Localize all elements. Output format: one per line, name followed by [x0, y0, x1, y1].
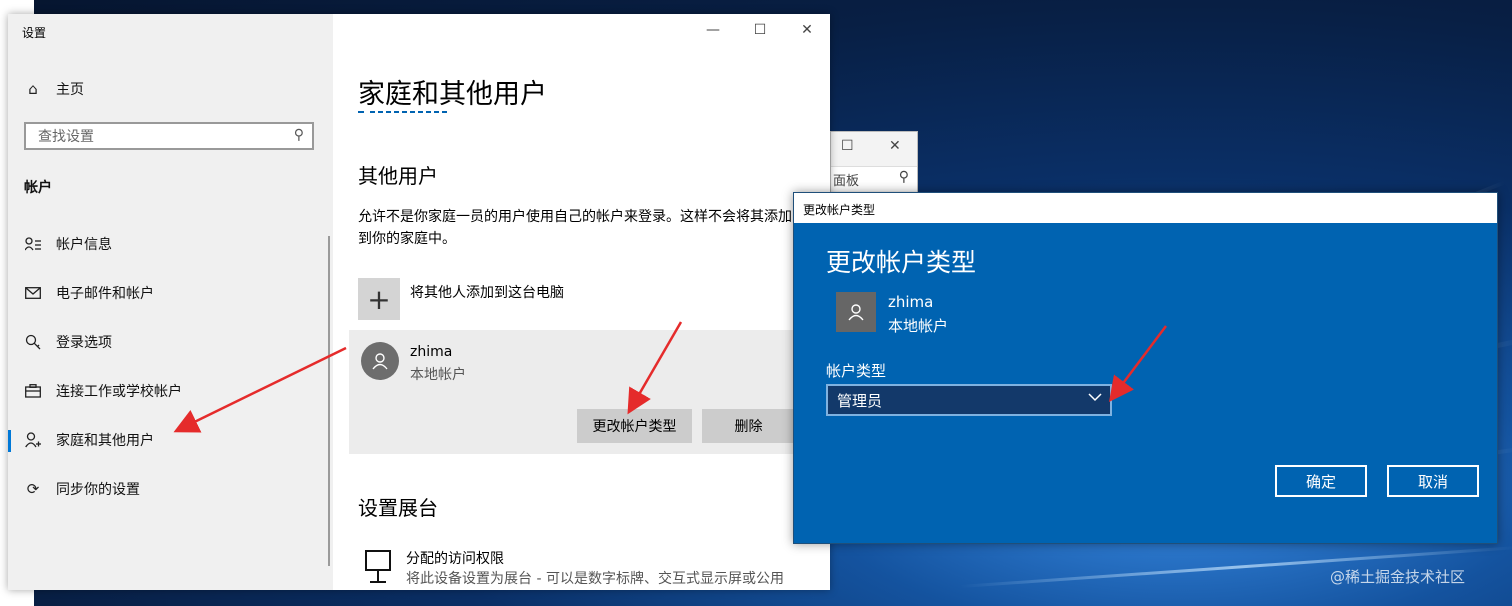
add-user-button[interactable]: + [358, 278, 400, 320]
mail-icon [24, 284, 42, 302]
close-icon[interactable]: ✕ [889, 138, 901, 154]
control-panel-window: ☐ ✕ 面板 ⚲ [830, 131, 918, 195]
search-box[interactable]: ⚲ [24, 122, 314, 150]
account-type-value: 管理员 [837, 391, 883, 410]
dialog-title: 更改帐户类型 [803, 203, 876, 217]
sidebar-item-work-school[interactable]: 连接工作或学校帐户 [24, 378, 182, 404]
account-type-select[interactable]: 管理员 [826, 384, 1112, 416]
other-users-heading: 其他用户 [358, 164, 438, 188]
avatar [361, 342, 399, 380]
change-account-type-button[interactable]: 更改帐户类型 [577, 409, 692, 443]
settings-window: 设置 ⌂ 主页 ⚲ 帐户 帐户信息 电子邮件和帐户 登录选项 [8, 14, 830, 590]
search-input[interactable] [36, 125, 290, 149]
sidebar-item-label: 家庭和其他用户 [56, 433, 154, 449]
search-icon[interactable]: ⚲ [294, 127, 304, 143]
sidebar-item-sync[interactable]: ⟳ 同步你的设置 [24, 476, 140, 502]
sidebar-item-label: 电子邮件和帐户 [56, 286, 154, 302]
key-icon [24, 333, 42, 351]
kiosk-description: 将此设备设置为展台 - 可以是数字标牌、交互式显示屏或公用 [406, 571, 784, 587]
cancel-button[interactable]: 取消 [1387, 465, 1479, 497]
kiosk-title[interactable]: 分配的访问权限 [406, 548, 504, 568]
person-list-icon [24, 235, 42, 253]
user-name: zhima [410, 344, 453, 360]
briefcase-icon [24, 382, 42, 400]
account-type-label: 帐户类型 [826, 362, 887, 380]
avatar [836, 292, 876, 332]
sidebar-item-label: 同步你的设置 [56, 482, 140, 498]
control-panel-search[interactable]: 面板 ⚲ [831, 166, 917, 191]
hidden-link-fragment [358, 106, 448, 116]
sync-icon: ⟳ [26, 480, 40, 498]
window-title: 设置 [22, 26, 47, 40]
maximize-icon[interactable]: ☐ [750, 22, 770, 38]
watermark: @稀土掘金技术社区 [1330, 568, 1466, 586]
dialog-titlebar[interactable]: 更改帐户类型 [794, 193, 1497, 223]
delete-user-button[interactable]: 删除 [702, 409, 795, 443]
home-icon: ⌂ [28, 80, 38, 98]
chevron-down-icon [1088, 390, 1102, 406]
sidebar-item-sign-in-options[interactable]: 登录选项 [24, 329, 112, 355]
person-add-icon [24, 431, 42, 449]
other-users-description: 允许不是你家庭一员的用户使用自己的帐户来登录。这样不会将其添加到你的家庭中。 [358, 209, 792, 247]
sidebar-scrollbar[interactable] [328, 236, 330, 566]
dialog-heading: 更改帐户类型 [826, 248, 977, 277]
sidebar-item-label: 帐户信息 [56, 237, 112, 253]
minimize-icon[interactable]: — [703, 22, 723, 38]
sidebar-item-home[interactable]: ⌂ 主页 [24, 76, 84, 102]
sidebar-item-label: 主页 [56, 82, 84, 98]
kiosk-heading: 设置展台 [358, 496, 438, 520]
kiosk-icon [365, 550, 391, 583]
maximize-icon[interactable]: ☐ [841, 138, 854, 154]
dialog-user-account-type: 本地帐户 [888, 317, 949, 335]
sidebar-item-family[interactable]: 家庭和其他用户 [24, 427, 154, 453]
sidebar-item-account-info[interactable]: 帐户信息 [24, 231, 112, 257]
change-account-type-dialog: 更改帐户类型 更改帐户类型 zhima 本地帐户 帐户类型 管理员 确定 取消 [793, 192, 1498, 544]
ok-button[interactable]: 确定 [1275, 465, 1367, 497]
sidebar-item-email[interactable]: 电子邮件和帐户 [24, 280, 154, 306]
sidebar-item-label: 连接工作或学校帐户 [56, 384, 182, 400]
sidebar-item-label: 登录选项 [56, 335, 112, 351]
control-panel-search-text: 面板 [833, 174, 860, 189]
user-card[interactable]: zhima 本地帐户 更改帐户类型 删除 [349, 330, 809, 454]
dialog-user-name: zhima [888, 293, 934, 311]
active-indicator [8, 430, 11, 452]
section-label: 帐户 [24, 180, 52, 196]
close-icon[interactable]: ✕ [797, 22, 817, 38]
plus-icon: + [367, 282, 391, 316]
add-user-label[interactable]: 将其他人添加到这台电脑 [410, 282, 564, 302]
sidebar: 设置 ⌂ 主页 ⚲ 帐户 帐户信息 电子邮件和帐户 登录选项 [8, 14, 333, 590]
user-account-type: 本地帐户 [410, 367, 466, 383]
search-icon: ⚲ [898, 169, 909, 185]
